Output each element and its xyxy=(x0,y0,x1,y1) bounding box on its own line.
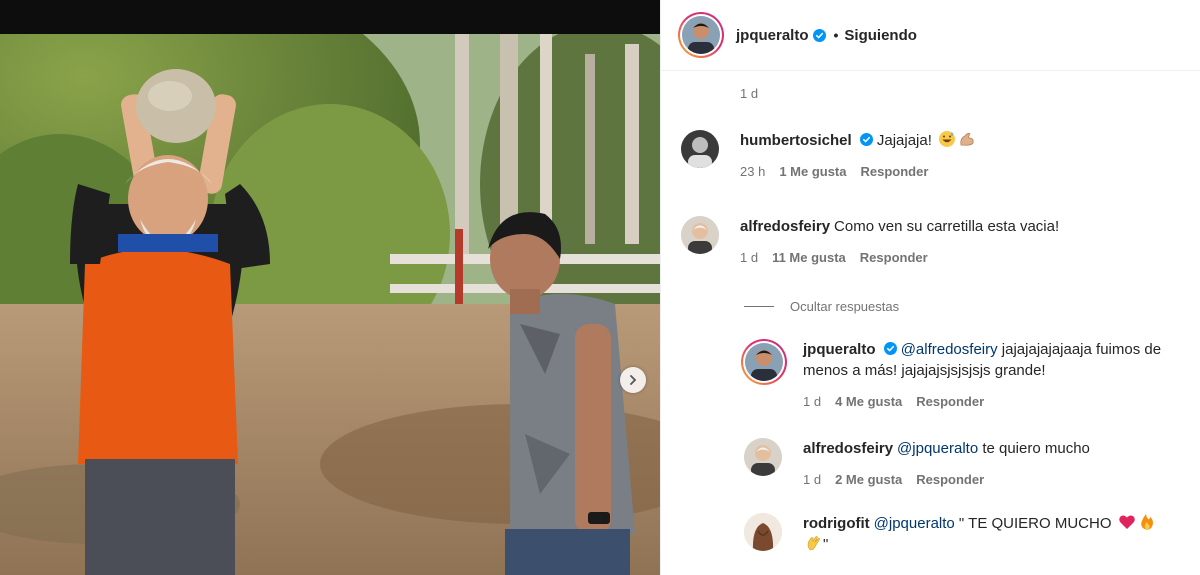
post-age: 1 d xyxy=(740,86,772,101)
commenter-avatar[interactable] xyxy=(681,130,719,168)
hide-replies-button[interactable]: Ocultar respuestas xyxy=(744,299,899,314)
next-media-button[interactable] xyxy=(620,367,646,393)
reply-username[interactable]: rodrigofit xyxy=(803,515,870,532)
author-avatar-ring[interactable] xyxy=(678,12,724,58)
comment-username[interactable]: alfredosfeiry xyxy=(740,218,830,235)
reply-item: jpqueralto @alfredosfeiry jajajajajajaaj… xyxy=(741,339,1193,409)
comment-text: Jajajaja! xyxy=(876,132,932,149)
reply-time: 1 d xyxy=(803,472,822,487)
reply-username[interactable]: alfredosfeiry xyxy=(803,440,893,457)
clapping-hands-emoji-icon xyxy=(807,536,820,551)
following-button[interactable]: Siguiendo xyxy=(844,27,917,44)
reply-time: 1 d xyxy=(803,394,822,409)
media-top-bar xyxy=(0,0,660,34)
reply-text: te quiero mucho xyxy=(978,440,1090,457)
header-separator: • xyxy=(833,27,839,43)
post-header: jpqueralto • Siguiendo xyxy=(661,0,1200,71)
reply-avatar[interactable] xyxy=(745,343,783,381)
reply-avatar[interactable] xyxy=(744,438,782,476)
reply-likes[interactable]: 4 Me gusta xyxy=(835,394,902,409)
reply-button[interactable]: Responder xyxy=(861,164,929,179)
reply-item: alfredosfeiry @jpqueralto te quiero mucho… xyxy=(744,438,1183,487)
reply-text: " TE QUIERO MUCHO xyxy=(954,515,1116,532)
reply-item: rodrigofit @jpqueralto " TE QUIERO MUCHO … xyxy=(744,513,1183,555)
red-heart-emoji-icon xyxy=(1118,515,1135,529)
comment-item: alfredosfeiry Como ven su carretilla esta… xyxy=(681,216,1120,265)
reply-meta: 1 d 2 Me gusta Responder xyxy=(803,472,1183,487)
verified-badge-icon xyxy=(859,133,873,146)
comment-time: 1 d xyxy=(740,250,759,265)
author-avatar[interactable] xyxy=(682,16,720,54)
comment-likes[interactable]: 1 Me gusta xyxy=(779,164,846,179)
hide-replies-label: Ocultar respuestas xyxy=(790,299,900,314)
comment-likes[interactable]: 11 Me gusta xyxy=(772,250,846,265)
post-age-text: 1 d xyxy=(740,86,759,101)
comment-time: 23 h xyxy=(740,164,766,179)
reply-mention[interactable]: @jpqueralto xyxy=(897,440,978,457)
author-username[interactable]: jpqueralto xyxy=(736,27,809,44)
comment-username[interactable]: humbertosichel xyxy=(740,132,852,149)
reply-meta: 1 d 4 Me gusta Responder xyxy=(803,394,1193,409)
fire-emoji-icon xyxy=(1140,514,1153,530)
reply-mention[interactable]: @jpqueralto xyxy=(874,515,955,532)
reply-username[interactable]: jpqueralto xyxy=(803,341,876,358)
reply-button[interactable]: Responder xyxy=(916,394,984,409)
post-photo xyxy=(0,34,660,575)
comment-meta: 23 h 1 Me gusta Responder xyxy=(740,164,1120,179)
reply-button[interactable]: Responder xyxy=(916,472,984,487)
reply-mention[interactable]: @alfredosfeiry xyxy=(901,341,998,358)
comment-item: humbertosichel Jajajaja! 23 h 1 Me gusta… xyxy=(681,130,1120,179)
reply-button[interactable]: Responder xyxy=(860,250,928,265)
comment-text: Como ven su carretilla esta vacia! xyxy=(834,218,1060,235)
reply-likes[interactable]: 2 Me gusta xyxy=(835,472,902,487)
comment-meta: 1 d 11 Me gusta Responder xyxy=(740,250,1120,265)
verified-badge-icon xyxy=(883,342,897,355)
commenter-avatar[interactable] xyxy=(681,216,719,254)
reply-avatar[interactable] xyxy=(744,513,782,551)
flexed-biceps-emoji-icon xyxy=(960,132,974,146)
comments-panel: jpqueralto • Siguiendo 1 d humbertosiche… xyxy=(660,0,1200,575)
verified-badge-icon xyxy=(812,28,826,42)
chevron-right-icon xyxy=(630,375,637,385)
closing-quote: " xyxy=(823,536,829,553)
divider-line xyxy=(744,306,774,307)
reply-avatar-ring[interactable] xyxy=(741,339,787,385)
post-media-panel xyxy=(0,0,660,575)
grinning-sweat-emoji-icon xyxy=(939,131,956,147)
